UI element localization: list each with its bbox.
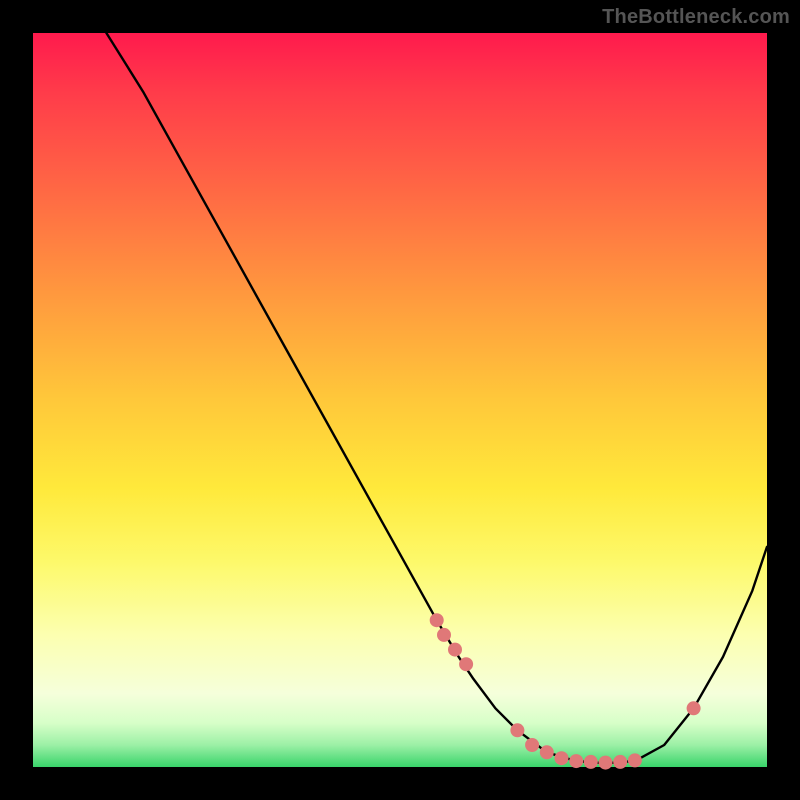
highlight-marker — [448, 643, 462, 657]
highlight-marker — [599, 756, 613, 770]
watermark-text: TheBottleneck.com — [602, 6, 790, 29]
chart-frame: TheBottleneck.com — [0, 0, 800, 800]
chart-overlay — [33, 33, 767, 767]
highlight-marker — [430, 613, 444, 627]
highlight-marker — [510, 723, 524, 737]
highlight-marker — [613, 755, 627, 769]
highlight-marker — [555, 751, 569, 765]
highlight-marker — [540, 745, 554, 759]
highlight-marker — [437, 628, 451, 642]
bottleneck-curve — [106, 33, 767, 763]
highlight-marker — [569, 754, 583, 768]
highlight-marker — [628, 753, 642, 767]
plot-area — [33, 33, 767, 767]
highlight-marker — [687, 701, 701, 715]
highlight-marker — [459, 657, 473, 671]
highlight-marker — [584, 755, 598, 769]
highlight-marker — [525, 738, 539, 752]
